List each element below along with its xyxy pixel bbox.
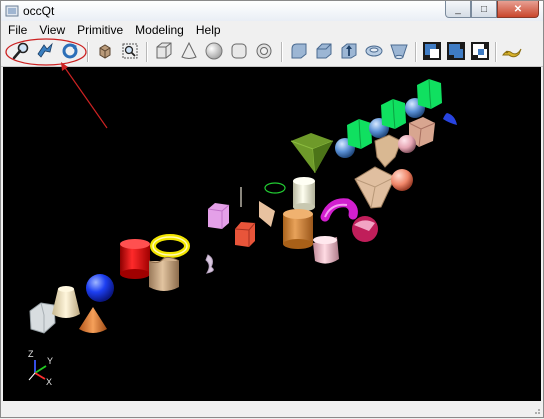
- torus-icon: [256, 43, 272, 59]
- cylinder-red: [120, 239, 150, 279]
- box-button[interactable]: [153, 40, 175, 62]
- maximize-icon: □: [480, 3, 488, 15]
- sphere-cut-crimson: [352, 216, 378, 242]
- cut-icon: [423, 42, 441, 60]
- helix-icon: [502, 48, 522, 58]
- menu-help[interactable]: Help: [190, 21, 227, 38]
- cylinder-button[interactable]: [228, 40, 250, 62]
- toolbar-separator: [281, 42, 283, 62]
- fuse-button[interactable]: [445, 40, 467, 62]
- pan-button[interactable]: [34, 40, 56, 62]
- fillet-button[interactable]: [288, 40, 310, 62]
- zoom-window-button[interactable]: [119, 40, 141, 62]
- toolbar-separator: [146, 42, 148, 62]
- wedge-lavender: [205, 254, 214, 274]
- sphere-button[interactable]: [203, 40, 225, 62]
- scene: Z Y X: [28, 78, 457, 387]
- cylinder-pink-cut: [313, 236, 339, 264]
- loft-icon: [390, 44, 408, 60]
- common-icon: [471, 42, 489, 60]
- rotate-button[interactable]: [59, 40, 81, 62]
- fit-all-button[interactable]: [94, 40, 116, 62]
- hexagon-prism-green: [381, 98, 406, 130]
- hexagon-prism-green: [347, 118, 372, 150]
- fit-all-icon: [99, 44, 111, 59]
- cut-button[interactable]: [421, 40, 443, 62]
- box-pink: [207, 203, 230, 229]
- sphere-salmon: [391, 169, 413, 191]
- face-tan: [259, 201, 275, 227]
- torus-yellow: [150, 234, 190, 258]
- toolbar-separator: [87, 42, 89, 62]
- axis-z-label: Z: [28, 349, 34, 359]
- truncated-pyramid-tan: [354, 166, 396, 209]
- maximize-button[interactable]: □: [471, 1, 497, 18]
- pyramid-olive: [290, 133, 334, 174]
- window-title: occQt: [23, 4, 55, 18]
- close-button[interactable]: ✕: [497, 1, 539, 18]
- fuse-icon: [447, 42, 465, 60]
- circle-green: [264, 182, 286, 194]
- toolbar-separator: [495, 42, 497, 62]
- menu-bar: File View Primitive Modeling Help: [1, 21, 543, 38]
- cylinder-orange: [283, 209, 313, 249]
- minimize-icon: _: [455, 3, 461, 15]
- extrude-icon: [341, 43, 357, 59]
- chamfer-icon: [316, 43, 332, 59]
- menu-primitive[interactable]: Primitive: [71, 21, 129, 38]
- cone-button[interactable]: [178, 40, 200, 62]
- box-orange-red: [234, 222, 256, 247]
- common-button[interactable]: [469, 40, 491, 62]
- torus-button[interactable]: [253, 40, 275, 62]
- cylinder-icon: [231, 43, 247, 59]
- cone-icon: [181, 41, 197, 59]
- revolve-icon: [365, 45, 383, 57]
- half-sphere-blue: [443, 113, 457, 125]
- pan-icon: [37, 42, 53, 58]
- close-icon: ✕: [513, 3, 523, 15]
- sphere-icon: [205, 42, 223, 60]
- box-icon: [156, 42, 172, 59]
- hexagon-prism: [29, 302, 56, 334]
- rotate-icon: [62, 43, 78, 59]
- zoom-window-icon: [122, 43, 138, 59]
- minimize-button[interactable]: _: [445, 1, 471, 18]
- axis-y-label: Y: [47, 356, 53, 366]
- helix-button[interactable]: [501, 40, 523, 62]
- zoom-button[interactable]: [10, 40, 32, 62]
- cone-orange: [79, 307, 107, 333]
- axis-triad: Z Y X: [28, 349, 53, 387]
- app-icon: [5, 5, 19, 17]
- truncated-cone-white: [52, 286, 80, 318]
- extrude-button[interactable]: [338, 40, 360, 62]
- fillet-icon: [291, 43, 307, 59]
- pipe-magenta: [320, 198, 358, 222]
- sphere-pink: [398, 135, 416, 153]
- status-bar: [1, 401, 543, 417]
- title-bar[interactable]: occQt _ □ ✕: [1, 1, 543, 21]
- cylinder-tan-cut: [148, 256, 180, 291]
- resize-grip-icon[interactable]: [531, 405, 541, 415]
- revolve-button[interactable]: [363, 40, 385, 62]
- toolbar-separator: [415, 42, 417, 62]
- menu-file[interactable]: File: [1, 21, 33, 38]
- main-toolbar: [1, 38, 543, 67]
- 3d-viewport[interactable]: Z Y X: [3, 67, 541, 401]
- chamfer-button[interactable]: [313, 40, 335, 62]
- cylinder-white: [293, 177, 315, 211]
- zoom-icon: [12, 42, 29, 60]
- loft-button[interactable]: [388, 40, 410, 62]
- menu-view[interactable]: View: [33, 21, 71, 38]
- main-window: occQt _ □ ✕ File View Primitive Modeling…: [0, 0, 544, 418]
- axis-x-label: X: [46, 377, 52, 387]
- menu-modeling[interactable]: Modeling: [129, 21, 190, 38]
- wedge-tan: [374, 134, 402, 168]
- hexagon-prism-green: [417, 78, 442, 110]
- sphere-blue: [86, 274, 114, 302]
